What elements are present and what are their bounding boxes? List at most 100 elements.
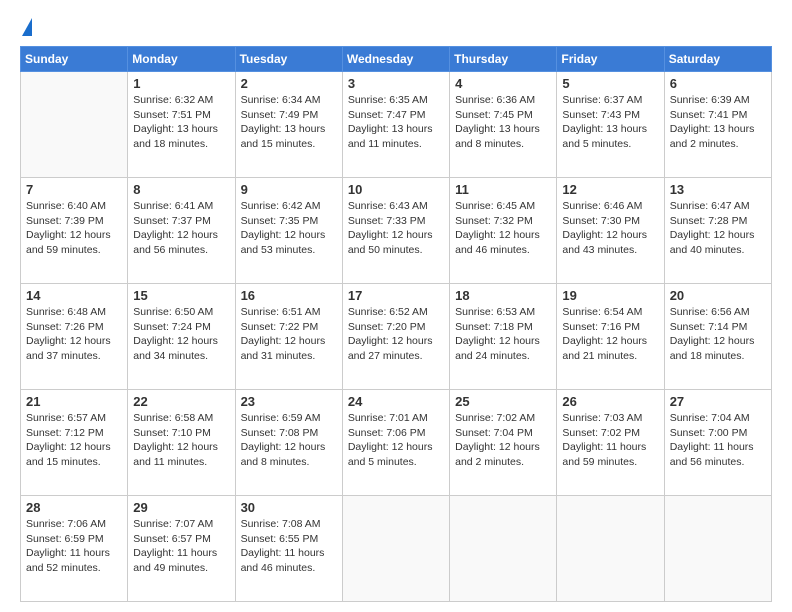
calendar-cell: 21Sunrise: 6:57 AMSunset: 7:12 PMDayligh… [21, 390, 128, 496]
day-info: Sunrise: 7:03 AMSunset: 7:02 PMDaylight:… [562, 411, 658, 470]
calendar-week-4: 21Sunrise: 6:57 AMSunset: 7:12 PMDayligh… [21, 390, 772, 496]
day-number: 24 [348, 394, 444, 409]
day-info: Sunrise: 6:37 AMSunset: 7:43 PMDaylight:… [562, 93, 658, 152]
calendar-cell: 8 Sunrise: 6:41 AMSunset: 7:37 PMDaylight… [128, 178, 235, 284]
day-number: 20 [670, 288, 766, 303]
calendar-cell: 4 Sunrise: 6:36 AMSunset: 7:45 PMDaylight… [450, 72, 557, 178]
calendar-cell [21, 72, 128, 178]
calendar-week-1: 1 Sunrise: 6:32 AMSunset: 7:51 PMDaylight… [21, 72, 772, 178]
day-number: 23 [241, 394, 337, 409]
day-info: Sunrise: 6:41 AMSunset: 7:37 PMDaylight:… [133, 199, 229, 258]
logo [20, 18, 32, 36]
calendar-cell: 14 Sunrise: 6:48 AMSunset: 7:26 PMDayligh… [21, 284, 128, 390]
calendar-cell: 26 Sunrise: 7:03 AMSunset: 7:02 PMDayligh… [557, 390, 664, 496]
day-info: Sunrise: 6:59 AMSunset: 7:08 PMDaylight:… [241, 411, 337, 470]
calendar-cell: 13 Sunrise: 6:47 AMSunset: 7:28 PMDayligh… [664, 178, 771, 284]
calendar-cell [664, 496, 771, 602]
day-info: Sunrise: 6:42 AMSunset: 7:35 PMDaylight:… [241, 199, 337, 258]
calendar-cell: 25 Sunrise: 7:02 AMSunset: 7:04 PMDayligh… [450, 390, 557, 496]
day-info: Sunrise: 6:57 AMSunset: 7:12 PMDaylight:… [26, 411, 122, 470]
calendar-cell: 6 Sunrise: 6:39 AMSunset: 7:41 PMDaylight… [664, 72, 771, 178]
calendar-cell: 17 Sunrise: 6:52 AMSunset: 7:20 PMDayligh… [342, 284, 449, 390]
calendar-header-monday: Monday [128, 47, 235, 72]
day-number: 13 [670, 182, 766, 197]
day-number: 17 [348, 288, 444, 303]
calendar-week-2: 7Sunrise: 6:40 AMSunset: 7:39 PMDaylight… [21, 178, 772, 284]
calendar-cell: 22 Sunrise: 6:58 AMSunset: 7:10 PMDayligh… [128, 390, 235, 496]
calendar-cell: 3 Sunrise: 6:35 AMSunset: 7:47 PMDaylight… [342, 72, 449, 178]
day-number: 7 [26, 182, 122, 197]
day-number: 11 [455, 182, 551, 197]
logo-triangle-icon [22, 18, 32, 36]
day-number: 9 [241, 182, 337, 197]
calendar-cell: 7Sunrise: 6:40 AMSunset: 7:39 PMDaylight… [21, 178, 128, 284]
day-info: Sunrise: 6:56 AMSunset: 7:14 PMDaylight:… [670, 305, 766, 364]
calendar-cell: 1 Sunrise: 6:32 AMSunset: 7:51 PMDaylight… [128, 72, 235, 178]
day-info: Sunrise: 6:52 AMSunset: 7:20 PMDaylight:… [348, 305, 444, 364]
day-number: 15 [133, 288, 229, 303]
calendar-header-thursday: Thursday [450, 47, 557, 72]
calendar-cell: 28 Sunrise: 7:06 AMSunset: 6:59 PMDayligh… [21, 496, 128, 602]
day-number: 14 [26, 288, 122, 303]
calendar-header-wednesday: Wednesday [342, 47, 449, 72]
day-info: Sunrise: 6:47 AMSunset: 7:28 PMDaylight:… [670, 199, 766, 258]
day-info: Sunrise: 6:51 AMSunset: 7:22 PMDaylight:… [241, 305, 337, 364]
calendar-cell: 9 Sunrise: 6:42 AMSunset: 7:35 PMDaylight… [235, 178, 342, 284]
day-info: Sunrise: 6:58 AMSunset: 7:10 PMDaylight:… [133, 411, 229, 470]
calendar-cell [450, 496, 557, 602]
calendar-cell: 29 Sunrise: 7:07 AMSunset: 6:57 PMDayligh… [128, 496, 235, 602]
day-number: 12 [562, 182, 658, 197]
day-number: 3 [348, 76, 444, 91]
calendar-week-5: 28 Sunrise: 7:06 AMSunset: 6:59 PMDayligh… [21, 496, 772, 602]
calendar-cell [557, 496, 664, 602]
calendar-cell: 18 Sunrise: 6:53 AMSunset: 7:18 PMDayligh… [450, 284, 557, 390]
day-info: Sunrise: 6:34 AMSunset: 7:49 PMDaylight:… [241, 93, 337, 152]
day-info: Sunrise: 6:45 AMSunset: 7:32 PMDaylight:… [455, 199, 551, 258]
calendar-cell: 5 Sunrise: 6:37 AMSunset: 7:43 PMDaylight… [557, 72, 664, 178]
day-info: Sunrise: 6:32 AMSunset: 7:51 PMDaylight:… [133, 93, 229, 152]
day-number: 27 [670, 394, 766, 409]
day-info: Sunrise: 6:35 AMSunset: 7:47 PMDaylight:… [348, 93, 444, 152]
day-number: 22 [133, 394, 229, 409]
header [20, 18, 772, 36]
day-info: Sunrise: 6:53 AMSunset: 7:18 PMDaylight:… [455, 305, 551, 364]
calendar-header-friday: Friday [557, 47, 664, 72]
day-number: 19 [562, 288, 658, 303]
calendar-week-3: 14 Sunrise: 6:48 AMSunset: 7:26 PMDayligh… [21, 284, 772, 390]
day-info: Sunrise: 6:54 AMSunset: 7:16 PMDaylight:… [562, 305, 658, 364]
calendar-table: SundayMondayTuesdayWednesdayThursdayFrid… [20, 46, 772, 602]
day-number: 25 [455, 394, 551, 409]
calendar-cell: 2 Sunrise: 6:34 AMSunset: 7:49 PMDaylight… [235, 72, 342, 178]
day-number: 18 [455, 288, 551, 303]
day-info: Sunrise: 6:36 AMSunset: 7:45 PMDaylight:… [455, 93, 551, 152]
day-info: Sunrise: 7:08 AMSunset: 6:55 PMDaylight:… [241, 517, 337, 576]
calendar-cell: 30 Sunrise: 7:08 AMSunset: 6:55 PMDayligh… [235, 496, 342, 602]
calendar-cell: 23 Sunrise: 6:59 AMSunset: 7:08 PMDayligh… [235, 390, 342, 496]
day-info: Sunrise: 7:02 AMSunset: 7:04 PMDaylight:… [455, 411, 551, 470]
day-number: 10 [348, 182, 444, 197]
day-info: Sunrise: 7:07 AMSunset: 6:57 PMDaylight:… [133, 517, 229, 576]
day-number: 1 [133, 76, 229, 91]
day-info: Sunrise: 7:04 AMSunset: 7:00 PMDaylight:… [670, 411, 766, 470]
day-info: Sunrise: 7:01 AMSunset: 7:06 PMDaylight:… [348, 411, 444, 470]
calendar-cell: 20 Sunrise: 6:56 AMSunset: 7:14 PMDayligh… [664, 284, 771, 390]
day-number: 4 [455, 76, 551, 91]
calendar-header-sunday: Sunday [21, 47, 128, 72]
day-info: Sunrise: 7:06 AMSunset: 6:59 PMDaylight:… [26, 517, 122, 576]
day-number: 29 [133, 500, 229, 515]
day-info: Sunrise: 6:39 AMSunset: 7:41 PMDaylight:… [670, 93, 766, 152]
page: SundayMondayTuesdayWednesdayThursdayFrid… [0, 0, 792, 612]
calendar-cell: 11 Sunrise: 6:45 AMSunset: 7:32 PMDayligh… [450, 178, 557, 284]
day-number: 6 [670, 76, 766, 91]
day-info: Sunrise: 6:48 AMSunset: 7:26 PMDaylight:… [26, 305, 122, 364]
day-number: 8 [133, 182, 229, 197]
day-number: 2 [241, 76, 337, 91]
day-number: 30 [241, 500, 337, 515]
day-number: 26 [562, 394, 658, 409]
day-info: Sunrise: 6:50 AMSunset: 7:24 PMDaylight:… [133, 305, 229, 364]
calendar-cell: 27 Sunrise: 7:04 AMSunset: 7:00 PMDayligh… [664, 390, 771, 496]
day-number: 28 [26, 500, 122, 515]
day-number: 5 [562, 76, 658, 91]
calendar-cell: 24 Sunrise: 7:01 AMSunset: 7:06 PMDayligh… [342, 390, 449, 496]
calendar-header-saturday: Saturday [664, 47, 771, 72]
